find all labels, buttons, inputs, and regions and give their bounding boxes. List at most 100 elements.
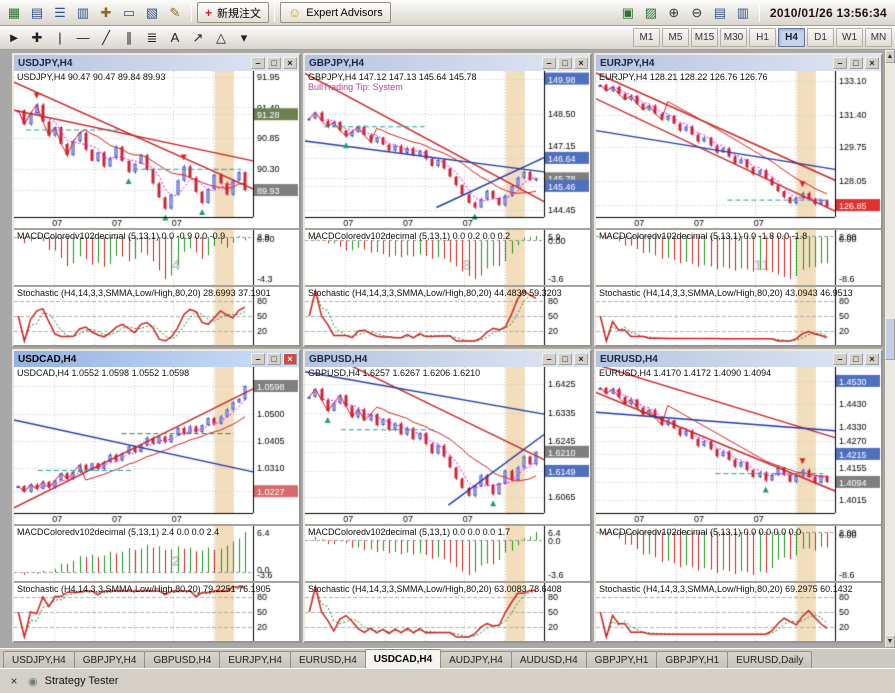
stochastic-canvas[interactable] [305, 287, 590, 345]
chart-window-gbpusd-h4[interactable]: GBPUSD,H4 – □ × GBPUSD,H4 1.6257 1.6267 1.… [303, 349, 592, 643]
cascade-windows-icon[interactable]: ▨ [640, 3, 662, 23]
macd-canvas[interactable] [14, 230, 299, 285]
timeframe-h1-button[interactable]: H1 [749, 28, 776, 47]
maximize-button[interactable]: □ [849, 57, 863, 69]
new-order-button[interactable]: + 新規注文 [197, 2, 270, 23]
tile-horizontally-icon[interactable]: ▤ [709, 3, 731, 23]
scroll-up-arrow-icon[interactable]: ▲ [885, 50, 895, 63]
price-chart-canvas[interactable] [305, 367, 590, 524]
price-chart-canvas[interactable] [596, 71, 881, 228]
chart-window-usdjpy-h4[interactable]: USDJPY,H4 – □ × USDJPY,H4 90.47 90.47 89.8… [12, 53, 301, 347]
text-icon[interactable]: A [164, 28, 186, 48]
metaeditor-icon[interactable]: ✎ [164, 3, 186, 23]
terminal-icon[interactable]: ▭ [118, 3, 140, 23]
zoom-in-icon[interactable]: ⊕ [663, 3, 685, 23]
new-chart-icon[interactable]: ▦ [3, 3, 25, 23]
zoom-out-icon[interactable]: ⊖ [686, 3, 708, 23]
price-chart-canvas[interactable] [305, 71, 590, 228]
scroll-down-arrow-icon[interactable]: ▼ [885, 635, 895, 648]
window-titlebar[interactable]: GBPJPY,H4 – □ × [305, 55, 590, 71]
minimize-button[interactable]: – [251, 353, 265, 365]
timeframe-mn-button[interactable]: MN [865, 28, 892, 47]
window-titlebar[interactable]: EURUSD,H4 – □ × [596, 351, 881, 367]
equidistant-channel-icon[interactable]: ∥ [118, 28, 140, 48]
stochastic-canvas[interactable] [14, 287, 299, 345]
macd-canvas[interactable] [596, 230, 881, 285]
timeframe-w1-button[interactable]: W1 [836, 28, 863, 47]
minimize-button[interactable]: – [542, 353, 556, 365]
chart-tab-audjpy-h4[interactable]: AUDJPY,H4 [440, 651, 512, 668]
chart-window-usdcad-h4[interactable]: USDCAD,H4 – □ × USDCAD,H4 1.0552 1.0598 1.… [12, 349, 301, 643]
trendline-icon[interactable]: ╱ [95, 28, 117, 48]
chart-tab-usdcad-h4[interactable]: USDCAD,H4 [364, 649, 442, 668]
macd-canvas[interactable] [305, 230, 590, 285]
minimize-button[interactable]: – [833, 353, 847, 365]
maximize-button[interactable]: □ [558, 57, 572, 69]
macd-canvas[interactable] [14, 526, 299, 581]
chart-tab-gbpjpy-h4[interactable]: GBPJPY,H4 [73, 651, 146, 668]
data-window-icon[interactable]: ▥ [72, 3, 94, 23]
maximize-button[interactable]: □ [849, 353, 863, 365]
horizontal-line-icon[interactable]: — [72, 28, 94, 48]
minimize-button[interactable]: – [542, 57, 556, 69]
tile-windows-icon[interactable]: ▣ [617, 3, 639, 23]
timeframe-m30-button[interactable]: M30 [720, 28, 747, 47]
window-titlebar[interactable]: USDCAD,H4 – □ × [14, 351, 299, 367]
arrows-icon[interactable]: ↗ [187, 28, 209, 48]
price-chart-canvas[interactable] [14, 367, 299, 524]
chart-window-eurusd-h4[interactable]: EURUSD,H4 – □ × EURUSD,H4 1.4170 1.4172 1.… [594, 349, 883, 643]
close-button[interactable]: × [574, 57, 588, 69]
window-titlebar[interactable]: EURJPY,H4 – □ × [596, 55, 881, 71]
chart-tab-eurjpy-h4[interactable]: EURJPY,H4 [219, 651, 291, 668]
window-titlebar[interactable]: GBPUSD,H4 – □ × [305, 351, 590, 367]
close-button[interactable]: × [865, 57, 879, 69]
tile-vertically-icon[interactable]: ▥ [732, 3, 754, 23]
price-chart-canvas[interactable] [596, 367, 881, 524]
chart-tab-gbpjpy-h1[interactable]: GBPJPY,H1 [585, 651, 658, 668]
chart-window-gbpjpy-h4[interactable]: GBPJPY,H4 – □ × GBPJPY,H4 147.12 147.13 14… [303, 53, 592, 347]
expert-advisors-button[interactable]: ☺ Expert Advisors [280, 2, 391, 23]
window-titlebar[interactable]: USDJPY,H4 – □ × [14, 55, 299, 71]
stochastic-canvas[interactable] [596, 287, 881, 345]
maximize-button[interactable]: □ [267, 57, 281, 69]
fibonacci-retracement-icon[interactable]: ≣ [141, 28, 163, 48]
strategy-tester-toolbar-icon[interactable]: ▧ [141, 3, 163, 23]
close-button[interactable]: × [283, 57, 297, 69]
close-button[interactable]: × [865, 353, 879, 365]
macd-canvas[interactable] [596, 526, 881, 581]
cursor-icon[interactable]: ► [3, 28, 25, 48]
minimize-button[interactable]: – [251, 57, 265, 69]
stochastic-canvas[interactable] [14, 583, 299, 641]
chart-tab-usdjpy-h4[interactable]: USDJPY,H4 [3, 651, 75, 668]
maximize-button[interactable]: □ [558, 353, 572, 365]
chart-window-eurjpy-h4[interactable]: EURJPY,H4 – □ × EURJPY,H4 128.21 128.22 12… [594, 53, 883, 347]
profiles-icon[interactable]: ▤ [26, 3, 48, 23]
timeframe-m5-button[interactable]: M5 [662, 28, 689, 47]
stochastic-canvas[interactable] [305, 583, 590, 641]
minimize-button[interactable]: – [833, 57, 847, 69]
macd-canvas[interactable] [305, 526, 590, 581]
chart-tab-gbpusd-h4[interactable]: GBPUSD,H4 [144, 651, 221, 668]
shapes-icon[interactable]: △ [210, 28, 232, 48]
timeframe-m1-button[interactable]: M1 [633, 28, 660, 47]
timeframe-h4-button[interactable]: H4 [778, 28, 805, 47]
indicators-dropdown-icon[interactable]: ▾ [233, 28, 255, 48]
stochastic-canvas[interactable] [596, 583, 881, 641]
close-button[interactable]: × [574, 353, 588, 365]
maximize-button[interactable]: □ [267, 353, 281, 365]
scrollbar-thumb[interactable] [885, 318, 895, 360]
close-button[interactable]: × [283, 353, 297, 365]
chart-tab-eurusd-daily[interactable]: EURUSD,Daily [727, 651, 813, 668]
timeframe-d1-button[interactable]: D1 [807, 28, 834, 47]
chart-tab-eurusd-h4[interactable]: EURUSD,H4 [290, 651, 366, 668]
vertical-line-icon[interactable]: | [49, 28, 71, 48]
close-panel-icon[interactable]: × [7, 673, 21, 689]
market-watch-icon[interactable]: ☰ [49, 3, 71, 23]
vertical-scrollbar[interactable]: ▲ ▼ [884, 50, 895, 648]
crosshair-icon[interactable]: ✚ [26, 28, 48, 48]
navigator-icon[interactable]: ✚ [95, 3, 117, 23]
price-chart-canvas[interactable] [14, 71, 299, 228]
timeframe-m15-button[interactable]: M15 [691, 28, 718, 47]
chart-tab-gbpjpy-h1[interactable]: GBPJPY,H1 [656, 651, 729, 668]
chart-tab-audusd-h4[interactable]: AUDUSD,H4 [510, 651, 587, 668]
